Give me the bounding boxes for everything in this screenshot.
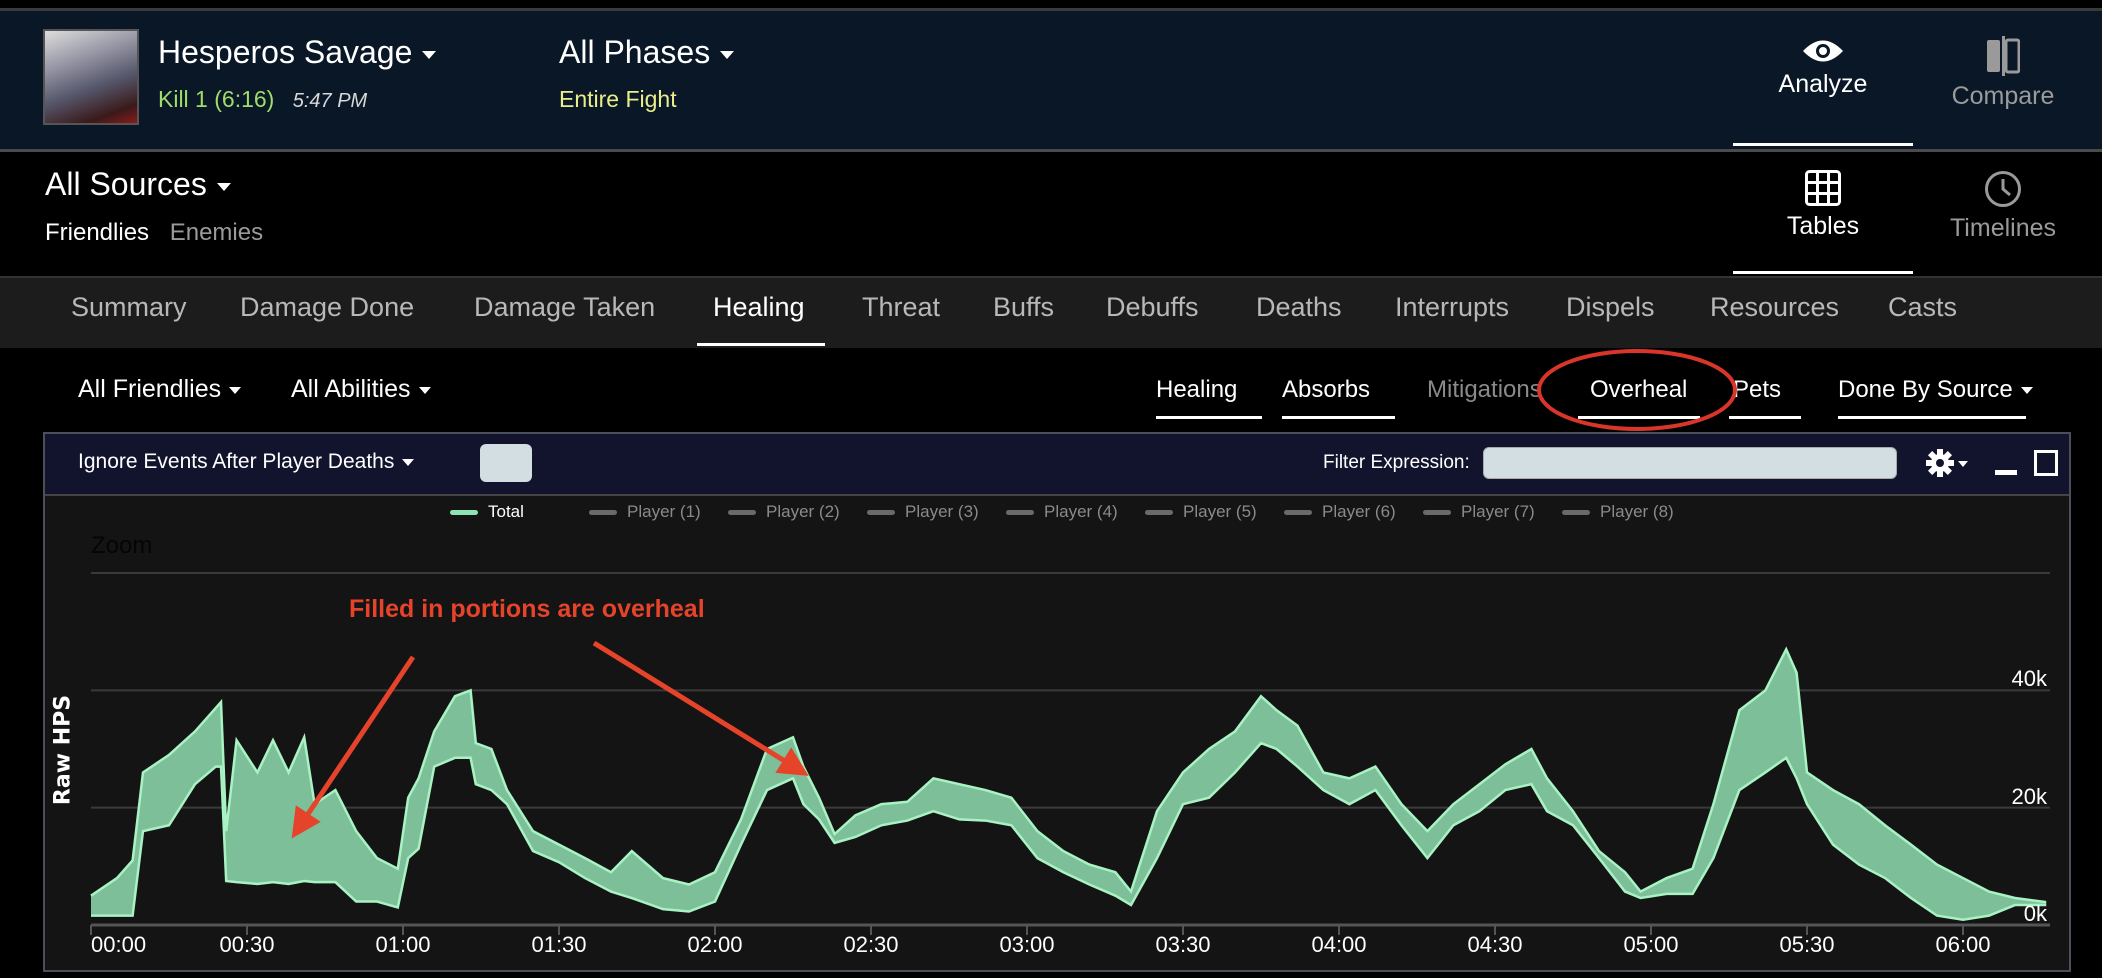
annotation-text: Filled in portions are overheal	[349, 595, 705, 623]
y-tick-label: 0k	[2023, 901, 2047, 926]
x-tick-label: 05:00	[1623, 932, 1679, 957]
y-tick-label: 20k	[2011, 783, 2047, 809]
y-tick-label: 40k	[2011, 666, 2047, 692]
x-tick-label: 01:30	[531, 932, 587, 957]
x-tick-label: 03:00	[999, 932, 1055, 957]
x-tick-label: 02:30	[843, 932, 899, 957]
x-tick-label: 00:00	[91, 932, 147, 957]
x-tick-label: 00:30	[219, 932, 275, 957]
x-tick-label: 06:00	[1935, 932, 1991, 957]
healing-chart	[90, 572, 2050, 935]
x-tick-label: 04:00	[1311, 932, 1367, 957]
x-tick-label: 05:30	[1779, 932, 1835, 957]
x-tick-label: 01:00	[375, 932, 431, 957]
x-tick-label: 02:00	[687, 932, 743, 957]
x-tick-label: 04:30	[1467, 932, 1523, 957]
x-tick-label: 03:30	[1155, 932, 1211, 957]
